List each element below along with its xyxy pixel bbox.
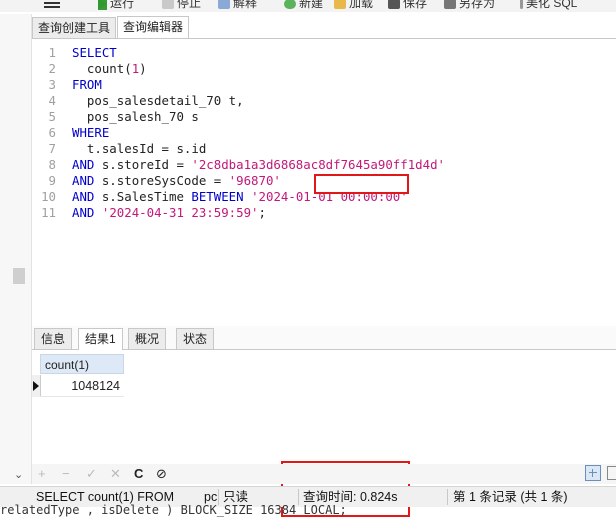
tab-query-editor[interactable]: 查询编辑器 [117, 16, 190, 38]
editor-line: 6 WHERE [48, 125, 110, 140]
stop-icon [162, 0, 174, 9]
editor-line: 5 pos_salesh_70 s [48, 109, 199, 124]
editor-line: 4 pos_salesdetail_70 t, [48, 93, 244, 108]
new-query-button[interactable]: 新建 [284, 0, 323, 12]
editor-line: 1 SELECT [48, 45, 117, 60]
beautify-sql-button[interactable]: 美化 SQL [520, 0, 577, 12]
grid-toolbar: + − ✓ ✕ C ⊘ [32, 464, 616, 484]
stop-query-icon[interactable]: ⊘ [156, 466, 167, 482]
magic-wand-icon [520, 0, 523, 9]
tab-query-builder[interactable]: 查询创建工具 [32, 17, 117, 38]
delete-record-icon[interactable]: − [62, 466, 70, 481]
menu-icon[interactable] [44, 0, 60, 8]
save-button[interactable]: 保存 [388, 0, 427, 12]
run-button[interactable]: 运行 [98, 0, 134, 12]
column-header[interactable]: count(1) [40, 354, 124, 374]
grid-cell[interactable]: 1048124 [40, 375, 124, 397]
load-button[interactable]: 加载 [334, 0, 373, 12]
current-row-icon [33, 381, 39, 391]
highlight-box [314, 174, 409, 194]
tab-info[interactable]: 信息 [34, 328, 73, 349]
result-tabs: 信息 结果1 概况 状态 [32, 326, 616, 350]
stop-button[interactable]: 停止 [162, 0, 201, 12]
editor-line: 3 FROM [48, 77, 102, 92]
splitter-handle[interactable] [13, 268, 25, 284]
grid-view-icon[interactable] [585, 465, 601, 481]
save-as-icon [444, 0, 456, 9]
chevron-down-icon[interactable]: ⌄ [14, 468, 23, 481]
save-as-button[interactable]: 另存为 [444, 0, 495, 12]
folder-icon [334, 0, 346, 9]
play-icon [98, 0, 107, 10]
new-icon [284, 0, 296, 9]
editor-line: 2 count(1) [48, 61, 147, 76]
add-record-icon[interactable]: + [38, 466, 46, 481]
refresh-icon[interactable]: C [134, 466, 143, 481]
background-text: relatedType , isDelete ) BLOCK_SIZE 1638… [0, 503, 347, 517]
tab-result-1[interactable]: 结果1 [78, 328, 123, 350]
save-icon [388, 0, 400, 9]
discard-changes-icon[interactable]: ✕ [110, 466, 121, 482]
apply-changes-icon[interactable]: ✓ [86, 466, 97, 482]
main-toolbar: 运行 停止 解释 新建 加载 保存 另存为 美化 SQL [0, 0, 616, 12]
tab-status[interactable]: 状态 [176, 328, 215, 349]
tab-profile[interactable]: 概况 [128, 328, 167, 349]
query-tabs: 查询创建工具 查询编辑器 [32, 14, 616, 39]
explain-button[interactable]: 解释 [218, 0, 257, 12]
explain-icon [218, 0, 230, 9]
form-view-icon[interactable] [607, 466, 616, 480]
editor-line: 8 AND s.storeId = '2c8dba1a3d6868ac8df764… [48, 157, 446, 172]
editor-line: 7 t.salesId = s.id [48, 141, 207, 156]
left-panel-strip: ⌄ [0, 14, 32, 484]
editor-line: 11 AND '2024-04-31 23:59:59'; [41, 205, 266, 220]
